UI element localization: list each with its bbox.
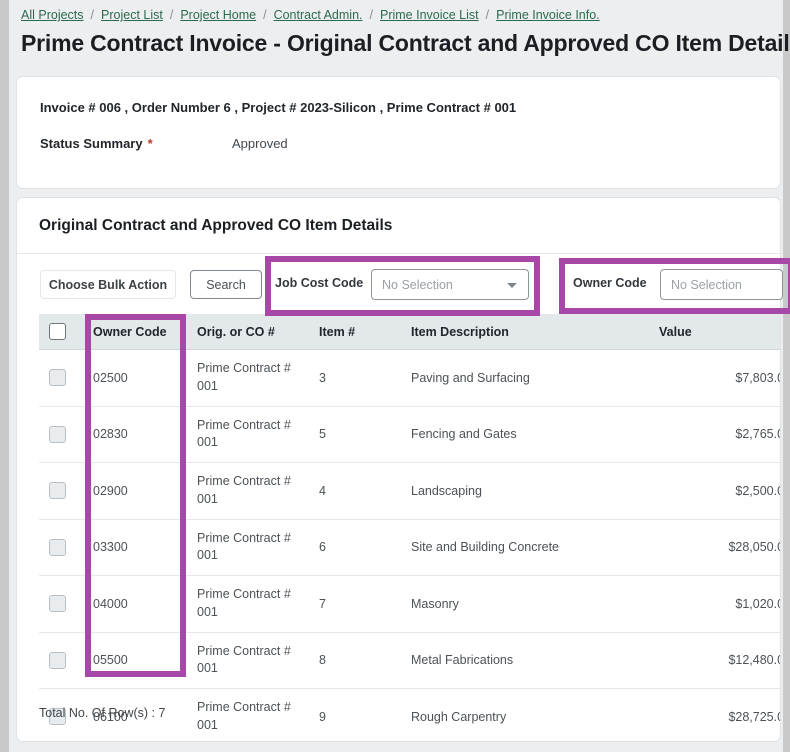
cell-item-description: Paving and Surfacing <box>401 349 649 407</box>
cell-item-no: 5 <box>309 406 401 463</box>
cell-owner-code: 03300 <box>83 519 187 576</box>
status-summary-label: Status Summary * <box>40 136 153 151</box>
cell-item-description: Masonry <box>401 575 649 633</box>
row-checkbox[interactable] <box>49 425 66 443</box>
breadcrumb-link-1[interactable]: Project List <box>101 8 163 22</box>
table-row[interactable]: 03300 Prime Contract # 001 6 Site and Build… <box>39 519 780 576</box>
select-all-header-cell <box>39 314 83 350</box>
required-asterisk: * <box>147 136 153 151</box>
cell-orig-or-co: Prime Contract # 001 <box>187 519 309 576</box>
invoice-summary-line: Invoice # 006 , Order Number 6 , Project… <box>40 100 517 115</box>
cell-item-no: 9 <box>309 688 401 741</box>
breadcrumb-link-3[interactable]: Contract Admin. <box>274 8 363 22</box>
breadcrumb-link-5[interactable]: Prime Invoice Info. <box>496 8 600 22</box>
breadcrumb-separator: / <box>369 8 373 22</box>
cell-orig-or-co: Prime Contract # 001 <box>187 688 309 741</box>
column-header-item_description[interactable]: Item Description <box>401 314 649 350</box>
invoice-info-card: Invoice # 006 , Order Number 6 , Project… <box>16 76 781 189</box>
cell-item-description: Landscaping <box>401 462 649 520</box>
cell-orig-or-co: Prime Contract # 001 <box>187 462 309 520</box>
breadcrumb-separator: / <box>90 8 95 22</box>
row-checkbox[interactable] <box>49 369 66 387</box>
cell-item-no: 8 <box>309 632 401 689</box>
table-header-row: Owner Code Orig. or CO # Item # Item Descri… <box>39 314 780 350</box>
breadcrumb-separator: / <box>485 8 490 22</box>
table-row[interactable]: 04000 Prime Contract # 001 7 Masonry $1,020.… <box>39 575 780 633</box>
status-summary-value: Approved <box>232 136 288 151</box>
row-select-cell <box>39 349 83 407</box>
cell-orig-or-co: Prime Contract # 001 <box>187 406 309 463</box>
cell-owner-code: 02830 <box>83 406 187 463</box>
cell-item-no: 6 <box>309 519 401 576</box>
breadcrumb-separator: / <box>263 8 267 22</box>
page-title: Prime Contract Invoice - Original Contra… <box>21 30 790 56</box>
cell-item-description: Site and Building Concrete <box>401 519 649 576</box>
page-gutter-left <box>0 0 9 752</box>
row-select-cell <box>39 406 83 463</box>
table-head: Owner Code Orig. or CO # Item # Item Descri… <box>39 314 780 350</box>
section-title: Original Contract and Approved CO Item D… <box>39 217 393 234</box>
cell-item-description: Metal Fabrications <box>401 632 649 689</box>
cell-orig-or-co: Prime Contract # 001 <box>187 632 309 689</box>
item-details-card: Original Contract and Approved CO Item D… <box>16 197 783 742</box>
row-select-cell <box>39 519 83 576</box>
cell-item-no: 7 <box>309 575 401 633</box>
chevron-down-icon <box>507 282 517 288</box>
row-count-label: Total No. Of Row(s) : 7 <box>39 706 166 720</box>
status-summary-text: Status Summary <box>40 136 143 151</box>
cell-value: $7,803.00 <box>649 349 780 407</box>
breadcrumb-link-4[interactable]: Prime Invoice List <box>380 8 479 22</box>
cell-item-description: Rough Carpentry <box>401 688 649 741</box>
search-button[interactable]: Search <box>190 270 262 299</box>
cell-item-no: 4 <box>309 462 401 520</box>
job-cost-code-value: No Selection <box>382 277 453 292</box>
row-checkbox[interactable] <box>49 651 66 669</box>
breadcrumb-link-0[interactable]: All Projects <box>21 8 84 22</box>
owner-code-label: Owner Code <box>573 276 647 290</box>
column-header-item_no[interactable]: Item # <box>309 314 401 350</box>
page-root: All Projects / Project List / Project Home / C… <box>0 0 790 752</box>
cell-owner-code: 02900 <box>83 462 187 520</box>
table-body: 02500 Prime Contract # 001 3 Paving and Sur… <box>39 349 780 741</box>
cell-owner-code: 02500 <box>83 349 187 407</box>
table-toolbar: Choose Bulk Action Search Job Cost Code … <box>17 254 783 310</box>
cell-owner-code: 04000 <box>83 575 187 633</box>
cell-orig-or-co: Prime Contract # 001 <box>187 349 309 407</box>
row-checkbox[interactable] <box>49 538 66 556</box>
breadcrumb-link-2[interactable]: Project Home <box>180 8 256 22</box>
row-checkbox[interactable] <box>49 595 66 613</box>
row-select-cell <box>39 632 83 689</box>
job-cost-code-select[interactable]: No Selection <box>371 269 529 300</box>
select-all-checkbox[interactable] <box>49 323 66 340</box>
column-header-owner_code[interactable]: Owner Code <box>83 314 187 350</box>
cell-owner-code: 05500 <box>83 632 187 689</box>
cell-value: $12,480.00 <box>649 632 780 689</box>
cell-value: $28,050.00 <box>649 519 780 576</box>
cell-item-description: Fencing and Gates <box>401 406 649 463</box>
row-select-cell <box>39 575 83 633</box>
item-details-table-wrap: Owner Code Orig. or CO # Item # Item Descri… <box>39 314 780 741</box>
column-header-value[interactable]: Value <box>649 314 780 350</box>
owner-code-value: No Selection <box>671 277 742 292</box>
table-row[interactable]: 02500 Prime Contract # 001 3 Paving and Sur… <box>39 349 780 407</box>
page-gutter-right <box>783 0 790 752</box>
item-details-table: Owner Code Orig. or CO # Item # Item Descri… <box>39 314 780 741</box>
cell-value: $28,725.00 <box>649 688 780 741</box>
breadcrumb-separator: / <box>169 8 174 22</box>
breadcrumb: All Projects / Project List / Project Home / C… <box>9 0 783 30</box>
cell-item-no: 3 <box>309 349 401 407</box>
cell-value: $1,020.00 <box>649 575 780 633</box>
column-header-orig_or_co[interactable]: Orig. or CO # <box>187 314 309 350</box>
cell-value: $2,765.00 <box>649 406 780 463</box>
job-cost-code-label: Job Cost Code <box>275 276 364 290</box>
table-row[interactable]: 05500 Prime Contract # 001 8 Metal Fabricat… <box>39 632 780 689</box>
cell-value: $2,500.00 <box>649 462 780 520</box>
owner-code-select[interactable]: No Selection <box>660 269 783 300</box>
table-row[interactable]: 02830 Prime Contract # 001 5 Fencing and Ga… <box>39 406 780 463</box>
choose-bulk-action-button[interactable]: Choose Bulk Action <box>40 270 176 299</box>
cell-orig-or-co: Prime Contract # 001 <box>187 575 309 633</box>
row-checkbox[interactable] <box>49 482 66 500</box>
row-select-cell <box>39 462 83 520</box>
table-row[interactable]: 02900 Prime Contract # 001 4 Landscaping $2,… <box>39 462 780 520</box>
